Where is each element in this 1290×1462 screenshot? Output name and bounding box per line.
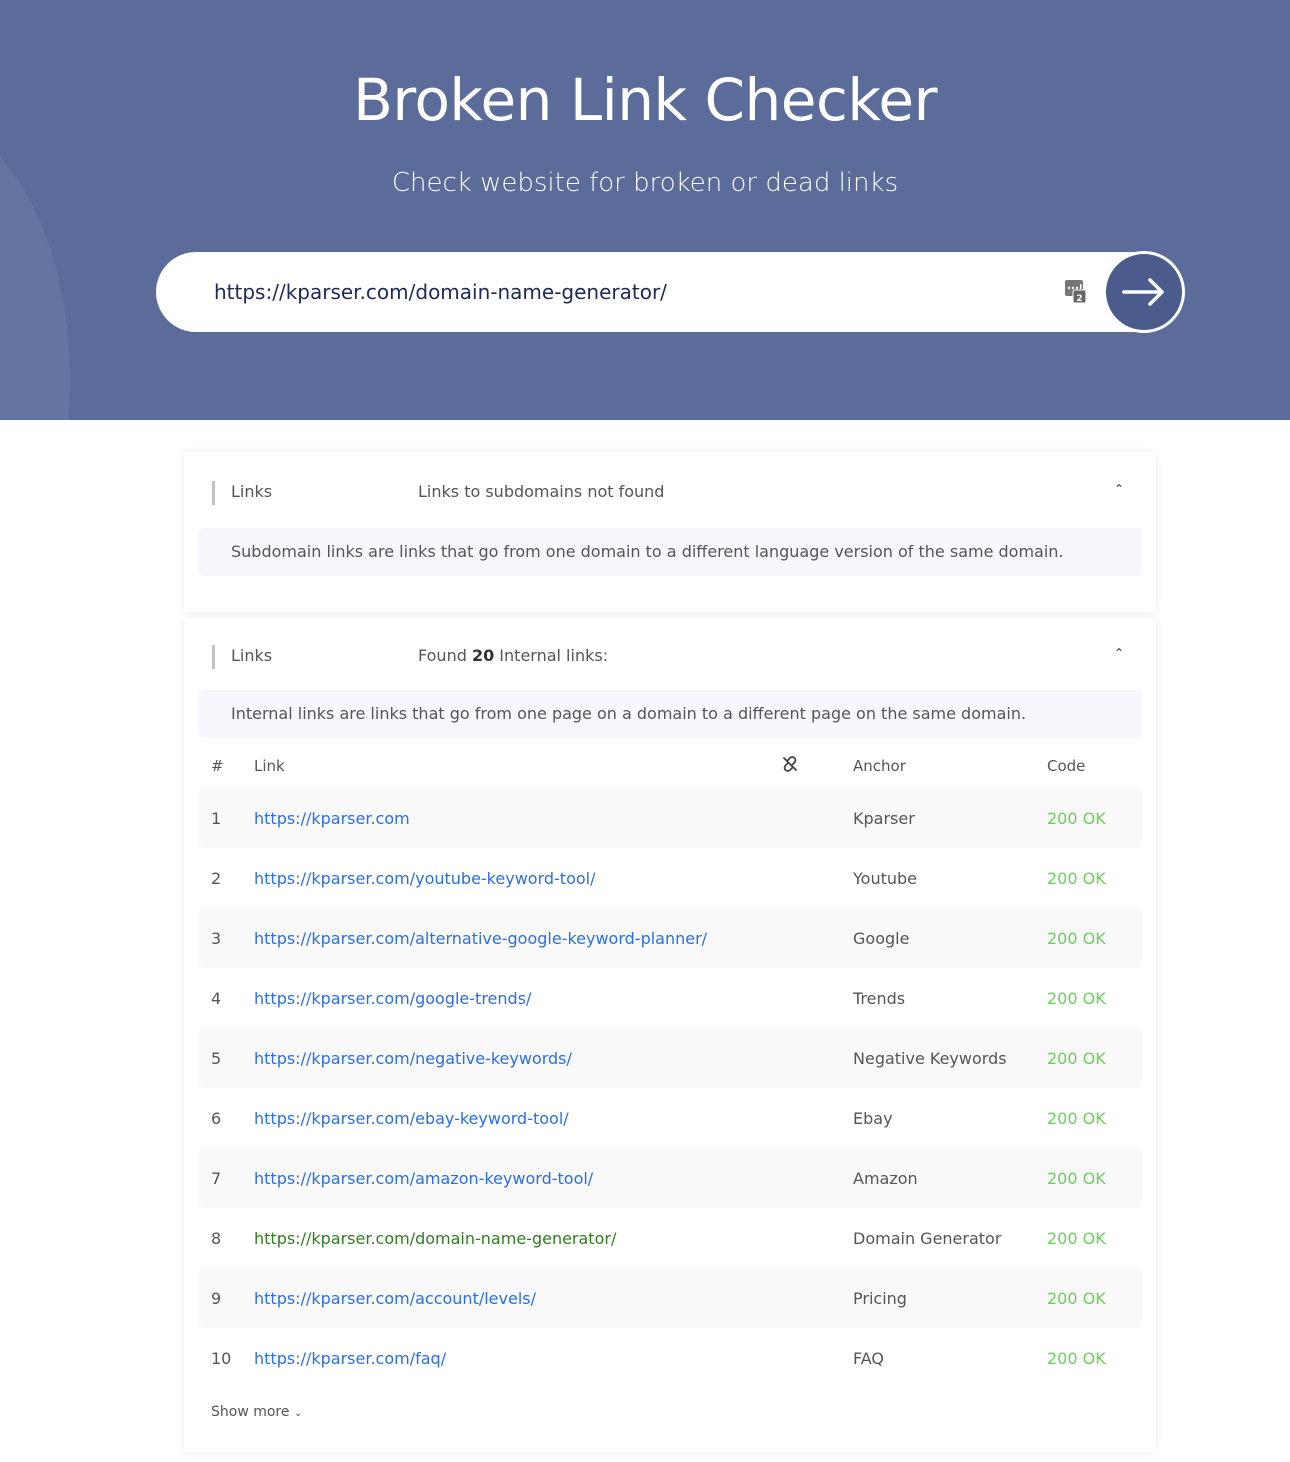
anchor-text: Negative Keywords [853, 1028, 1047, 1088]
link-url[interactable]: https://kparser.com/domain-name-generato… [254, 1229, 616, 1248]
anchor-text: Google [853, 908, 1047, 968]
chevron-up-icon[interactable]: ⌃ [1114, 482, 1124, 496]
title-prefix: Found [418, 646, 472, 665]
row-number: 7 [198, 1148, 254, 1208]
row-number: 6 [211, 1108, 222, 1128]
link-url[interactable]: https://kparser.com/negative-keywords/ [254, 1049, 572, 1068]
row-number: 4 [211, 988, 222, 1008]
section-header[interactable]: Links Links to subdomains not found ⌃ [184, 452, 1156, 528]
keyboard-counter-icon[interactable]: 2 [1065, 280, 1087, 304]
show-more-button[interactable]: Show more ⌄ [184, 1388, 1156, 1450]
svg-text:2: 2 [1076, 294, 1082, 304]
section-note: Subdomain links are links that go from o… [198, 528, 1142, 576]
table-row: 1 https://kparser.com Kparser 200 OK [198, 788, 1142, 848]
link-url[interactable]: https://kparser.com/ebay-keyword-tool/ [254, 1109, 569, 1128]
status-code: 200 OK [1047, 988, 1106, 1008]
section-title: Found 20 Internal links: [418, 646, 608, 665]
table-row: 10 https://kparser.com/faq/ FAQ 200 OK [198, 1328, 1142, 1388]
status-code: 200 OK [1047, 1108, 1106, 1128]
decorative-shape [0, 120, 70, 420]
links-table: # Link Anchor Code 1 https://kparser.com… [198, 744, 1142, 1388]
url-input[interactable] [214, 272, 1014, 312]
anchor-text: Domain Generator [853, 1228, 1002, 1248]
link-url[interactable]: https://kparser.com/account/levels/ [254, 1289, 536, 1308]
table-row: 7 https://kparser.com/amazon-keyword-too… [198, 1148, 1142, 1208]
link-url[interactable]: https://kparser.com [254, 809, 410, 828]
row-number: 8 [211, 1228, 222, 1248]
anchor-text: FAQ [853, 1348, 884, 1368]
section-header[interactable]: Links Found 20 Internal links: ⌃ [184, 618, 1156, 690]
col-num: # [211, 757, 224, 775]
check-button[interactable] [1106, 254, 1182, 330]
link-url[interactable]: https://kparser.com/amazon-keyword-tool/ [254, 1169, 593, 1188]
row-number: 10 [211, 1348, 232, 1368]
page-title: Broken Link Checker [353, 66, 937, 134]
status-code: 200 OK [1047, 1228, 1106, 1248]
anchor-text: Amazon [853, 1148, 1047, 1208]
table-row: 5 https://kparser.com/negative-keywords/… [198, 1028, 1142, 1088]
table-row: 9 https://kparser.com/account/levels/ Pr… [198, 1268, 1142, 1328]
section-label: Links [231, 646, 273, 665]
anchor-text: Ebay [853, 1108, 893, 1128]
status-code: 200 OK [1047, 1268, 1142, 1328]
status-code: 200 OK [1047, 1348, 1106, 1368]
url-search-bar: 2 [156, 252, 1184, 332]
status-code: 200 OK [1047, 1028, 1142, 1088]
row-number: 3 [198, 908, 254, 968]
divider [212, 481, 215, 505]
table-row: 6 https://kparser.com/ebay-keyword-tool/… [198, 1088, 1142, 1148]
show-more-label: Show more [211, 1404, 290, 1420]
status-code: 200 OK [1047, 868, 1106, 888]
divider [212, 645, 215, 669]
arrow-right-icon [1122, 278, 1164, 306]
internal-links-section: Links Found 20 Internal links: ⌃ Interna… [184, 618, 1156, 1452]
section-label: Links [231, 482, 273, 501]
link-count: 20 [471, 646, 495, 665]
subdomain-links-section: Links Links to subdomains not found ⌃ Su… [184, 452, 1156, 612]
row-number: 2 [211, 868, 222, 888]
link-url[interactable]: https://kparser.com/google-trends/ [254, 989, 531, 1008]
table-row: 4 https://kparser.com/google-trends/ Tre… [198, 968, 1142, 1028]
anchor-text: Pricing [853, 1268, 1047, 1328]
chevron-up-icon[interactable]: ⌃ [1114, 646, 1124, 660]
row-number: 5 [198, 1028, 254, 1088]
row-number: 9 [198, 1268, 254, 1328]
link-url[interactable]: https://kparser.com/alternative-google-k… [254, 929, 707, 948]
hero-header: Broken Link Checker Check website for br… [0, 0, 1290, 420]
section-note: Internal links are links that go from on… [198, 690, 1142, 738]
row-number: 1 [198, 788, 254, 848]
anchor-text: Youtube [853, 868, 917, 888]
anchor-text: Trends [853, 988, 906, 1008]
table-row: 2 https://kparser.com/youtube-keyword-to… [198, 848, 1142, 908]
status-code: 200 OK [1047, 908, 1142, 968]
status-code: 200 OK [1047, 1148, 1142, 1208]
anchor-text: Kparser [853, 788, 1047, 848]
section-title: Links to subdomains not found [418, 482, 665, 501]
link-url[interactable]: https://kparser.com/youtube-keyword-tool… [254, 869, 595, 888]
page-subtitle: Check website for broken or dead links [391, 168, 899, 198]
chevron-down-icon: ⌄ [293, 1408, 303, 1419]
col-link: Link [254, 757, 285, 775]
col-anchor: Anchor [853, 757, 906, 775]
table-row: 8 https://kparser.com/domain-name-genera… [198, 1208, 1142, 1268]
status-code: 200 OK [1047, 788, 1142, 848]
broken-link-filter-icon[interactable] [782, 744, 853, 788]
table-row: 3 https://kparser.com/alternative-google… [198, 908, 1142, 968]
link-url[interactable]: https://kparser.com/faq/ [254, 1349, 446, 1368]
title-suffix: Internal links: [494, 646, 609, 665]
col-code: Code [1047, 757, 1086, 775]
